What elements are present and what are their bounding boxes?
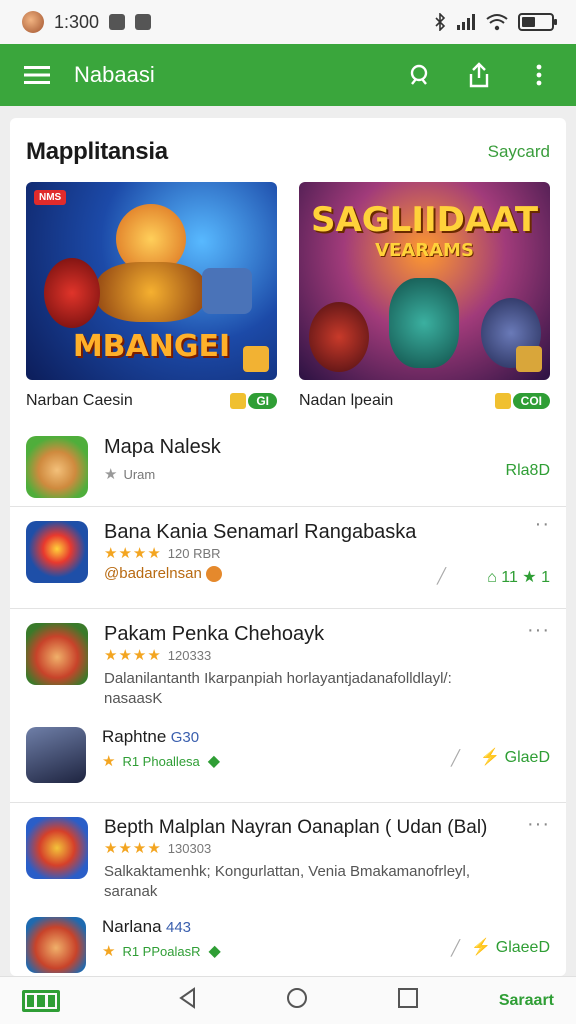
tag-icon xyxy=(494,393,511,409)
app-title: Bana Kania Senamarl Rangabaska xyxy=(104,521,417,543)
star-rating: ★★★★ xyxy=(104,647,162,664)
banner-art-text: MBANGEI xyxy=(72,329,231,364)
app-subtitle: G30 xyxy=(170,729,200,746)
app-description: Salkaktamenhk; Kongurlattan, Venia Bmaka… xyxy=(104,863,471,900)
more-icon[interactable]: ··· xyxy=(527,813,550,836)
list-item[interactable]: Bana Kania Senamarl Rangabaska ★★★★ 120 R… xyxy=(10,506,566,608)
home-icon[interactable] xyxy=(286,987,308,1014)
app-meta: 120333 xyxy=(167,648,212,663)
banner-title: Narban Caesin xyxy=(26,392,133,409)
install-button[interactable]: Rla8D xyxy=(506,462,550,480)
app-description: Dalanilantanth Ikarpanpiah horlayantjada… xyxy=(104,670,452,707)
battery-icon xyxy=(518,13,557,31)
banner-art-text: SAGLIIDAAT xyxy=(310,200,539,240)
status-bar: 1:300 xyxy=(0,0,576,44)
list-item[interactable]: Bepth Malplan Nayran Oanaplan ( Udan (Ba… xyxy=(10,802,566,976)
app-subtitle: 443 xyxy=(166,919,192,936)
tag-icon xyxy=(230,393,247,409)
content-card: Mapplitansia Saycard NMS MBANGEI Narban … xyxy=(10,118,566,976)
hero-fighter-art[interactable]: NMS MBANGEI xyxy=(26,182,277,380)
warrior-icon xyxy=(26,917,86,973)
blue-shield-icon xyxy=(26,521,88,583)
back-icon[interactable] xyxy=(178,987,196,1014)
app-title: Raphtne xyxy=(102,727,167,746)
app-title: Nabaasi xyxy=(74,62,155,87)
star-rating: ★★★★ xyxy=(104,840,162,857)
edit-icon[interactable]: ╱ xyxy=(451,749,460,767)
notification-icon xyxy=(135,14,152,30)
app-bar: Nabaasi xyxy=(0,44,576,106)
install-button[interactable]: ⚡ GlaeD xyxy=(480,747,550,767)
edit-icon[interactable]: ╱ xyxy=(437,567,446,585)
avatar xyxy=(22,11,44,33)
status-time: 1:300 xyxy=(54,11,100,32)
star-rating: ★ xyxy=(102,753,117,770)
jet-icon xyxy=(26,727,86,783)
signal-icon xyxy=(457,14,475,30)
rating-display: ⌂ 11 ★ 1 xyxy=(487,569,550,586)
gift-icon xyxy=(243,346,269,372)
more-vert-icon[interactable] xyxy=(524,60,554,90)
menu-icon[interactable] xyxy=(22,60,52,90)
app-title: Mapa Nalesk xyxy=(104,436,221,458)
flame-icon xyxy=(205,566,222,583)
list-item[interactable]: Mapa Nalesk ★ Uram Rla8D xyxy=(10,430,566,506)
battle-crowd-art[interactable]: SAGLIIDAAT VEARAMS xyxy=(299,182,550,380)
store-logo-icon[interactable] xyxy=(22,989,60,1012)
developer-name: @badarelnsan xyxy=(104,565,202,582)
app-title: Narlana xyxy=(102,917,162,936)
app-title: Pakam Penka Chehoayk xyxy=(104,623,325,645)
app-meta: 130303 xyxy=(167,841,212,856)
more-icon[interactable]: ··· xyxy=(527,619,550,642)
navigation-bar: Saraart xyxy=(0,976,576,1024)
banner-title: Nadan lpeain xyxy=(299,392,394,409)
more-icon[interactable]: ·· xyxy=(535,513,550,536)
app-meta: 120 RBR xyxy=(167,546,221,561)
cartoon-face-icon xyxy=(26,436,88,498)
app-meta: R1 Phoallesa xyxy=(122,754,200,769)
see-all-link[interactable]: Saycard xyxy=(488,142,550,162)
bluetooth-icon xyxy=(435,13,446,31)
list-item[interactable]: Narlana 443 ★ R1 PPoalasR ◆ ╱ ⚡ GlaeeD xyxy=(26,917,550,973)
install-button[interactable]: ⚡ GlaeeD xyxy=(471,937,550,957)
banner-badge: NMS xyxy=(34,190,67,205)
star-rating: ★★★★ xyxy=(104,545,162,562)
app-meta: R1 PPoalasR xyxy=(122,944,201,959)
edit-icon[interactable]: ╱ xyxy=(451,939,460,957)
star-rating: ★ xyxy=(102,943,117,960)
recents-icon[interactable] xyxy=(398,988,418,1013)
nav-label[interactable]: Saraart xyxy=(499,992,554,1010)
share-icon[interactable] xyxy=(464,60,494,90)
mask-icon xyxy=(26,817,88,879)
banner-card[interactable]: NMS MBANGEI Narban Caesin GI xyxy=(26,182,277,410)
red-hero-icon xyxy=(26,623,88,685)
section-title: Mapplitansia xyxy=(26,138,168,165)
list-item[interactable]: Pakam Penka Chehoayk ★★★★ 120333 Dalanila… xyxy=(10,608,566,802)
wifi-icon xyxy=(486,14,508,31)
sword-icon xyxy=(516,346,542,372)
banner-tag: GI xyxy=(248,393,277,409)
app-title: Bepth Malplan Nayran Oanaplan ( Udan (Ba… xyxy=(104,817,488,838)
list-item[interactable]: Raphtne G30 ★ R1 Phoallesa ◆ ╱ ⚡ GlaeD xyxy=(26,727,550,783)
banner-art-subtext: VEARAMS xyxy=(375,240,474,261)
notification-icon xyxy=(109,14,126,30)
search-icon[interactable] xyxy=(404,60,434,90)
banner-card[interactable]: SAGLIIDAAT VEARAMS Nadan lpeain COI xyxy=(299,182,550,410)
banner-tag: COI xyxy=(512,393,550,409)
app-meta: Uram xyxy=(123,467,156,482)
